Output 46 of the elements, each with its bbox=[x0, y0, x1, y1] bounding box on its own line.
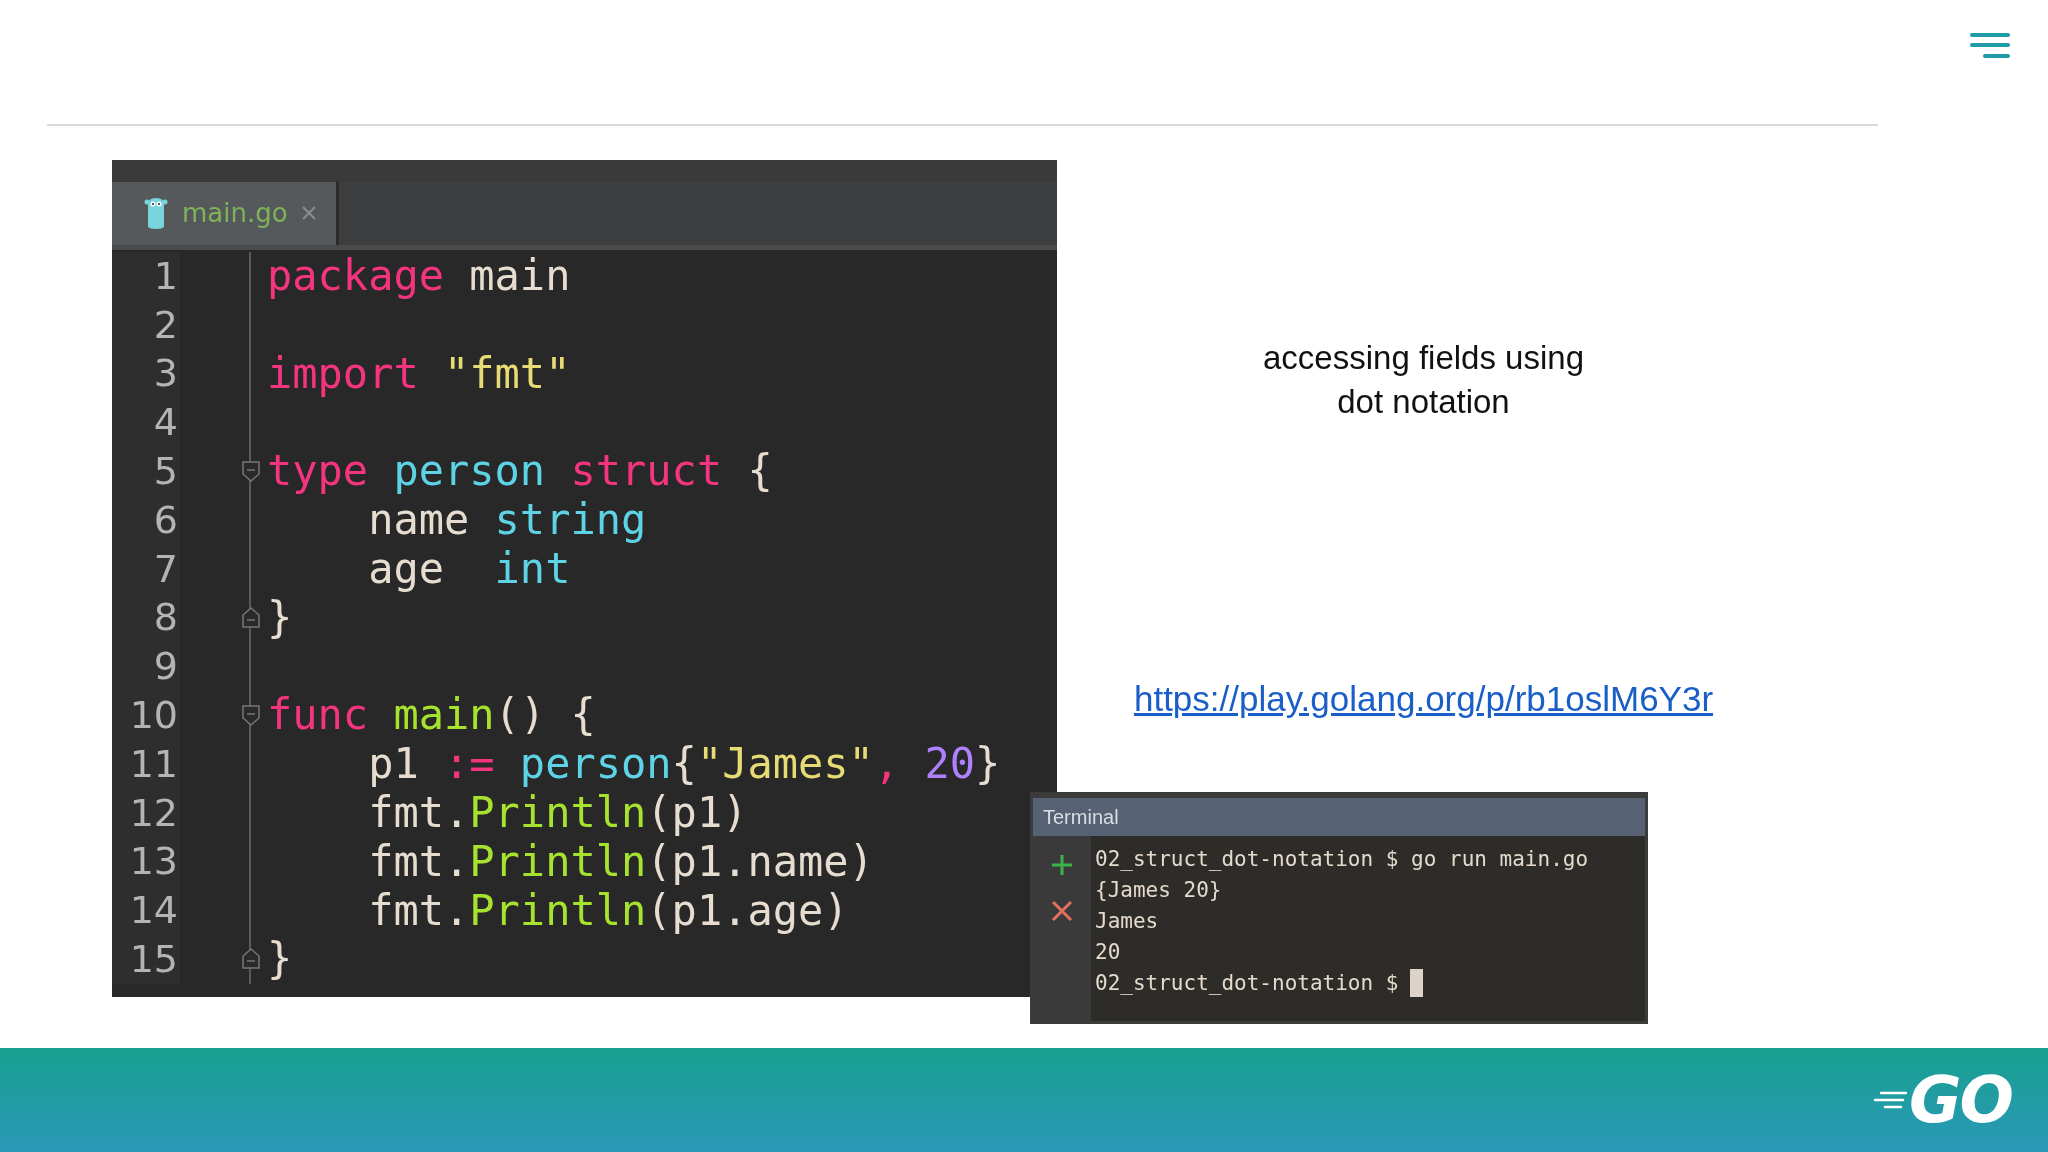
code-line: fmt.Println(p1.age) bbox=[367, 886, 849, 935]
code-line: import "fmt" bbox=[267, 349, 571, 398]
line-number: 14 bbox=[112, 886, 180, 935]
go-logo: GO bbox=[1909, 1065, 2012, 1136]
fold-marker-icon[interactable] bbox=[241, 947, 261, 972]
fold-marker-icon[interactable] bbox=[241, 605, 261, 630]
terminal-line: 02_struct_dot-notation $ go run main.go bbox=[1095, 845, 1589, 873]
code-line: type person struct { bbox=[267, 447, 773, 496]
terminal-line: 20 bbox=[1095, 938, 1122, 966]
playground-link[interactable]: https://play.golang.org/p/rb1oslM6Y3r bbox=[1133, 678, 1714, 719]
code-line: p1 := person{"James", 20} bbox=[367, 740, 1001, 789]
close-icon[interactable] bbox=[301, 206, 316, 221]
code-line: } bbox=[267, 935, 293, 984]
code-line: func main() { bbox=[267, 691, 596, 740]
speed-lines-icon bbox=[1873, 1090, 1908, 1111]
fold-marker-icon[interactable] bbox=[241, 459, 261, 484]
line-number: 6 bbox=[112, 495, 180, 545]
terminal-line: James bbox=[1095, 907, 1160, 935]
line-number: 1 bbox=[112, 251, 180, 301]
terminal-title: Terminal bbox=[1033, 797, 1645, 836]
line-number: 11 bbox=[112, 739, 180, 789]
code-line: name string bbox=[367, 496, 647, 545]
terminal-line: {James 20} bbox=[1095, 876, 1223, 904]
line-number: 10 bbox=[112, 690, 180, 740]
line-number: 8 bbox=[112, 593, 180, 643]
plus-icon[interactable] bbox=[1051, 853, 1073, 876]
gopher-icon bbox=[144, 196, 168, 231]
code-line: package main bbox=[267, 252, 571, 301]
code-line: fmt.Println(p1.name) bbox=[367, 837, 874, 886]
terminal-line: 02_struct_dot-notation $ bbox=[1095, 969, 1399, 997]
line-number: 2 bbox=[112, 300, 180, 350]
fold-marker-icon[interactable] bbox=[241, 703, 261, 728]
caption-text: accessing fields using dot notation bbox=[1262, 337, 1585, 422]
line-number: 9 bbox=[112, 642, 180, 691]
code-line: } bbox=[267, 593, 293, 642]
line-number: 5 bbox=[112, 446, 180, 496]
line-number: 15 bbox=[112, 934, 180, 984]
line-number: 12 bbox=[112, 788, 180, 838]
menu-icon[interactable] bbox=[1970, 32, 2010, 59]
close-icon[interactable] bbox=[1051, 899, 1073, 922]
line-number: 13 bbox=[112, 837, 180, 887]
line-number: 3 bbox=[112, 349, 180, 399]
line-number: 4 bbox=[112, 398, 180, 447]
code-line: age int bbox=[367, 544, 571, 593]
code-line: fmt.Println(p1) bbox=[367, 788, 748, 837]
line-number: 7 bbox=[112, 544, 180, 594]
